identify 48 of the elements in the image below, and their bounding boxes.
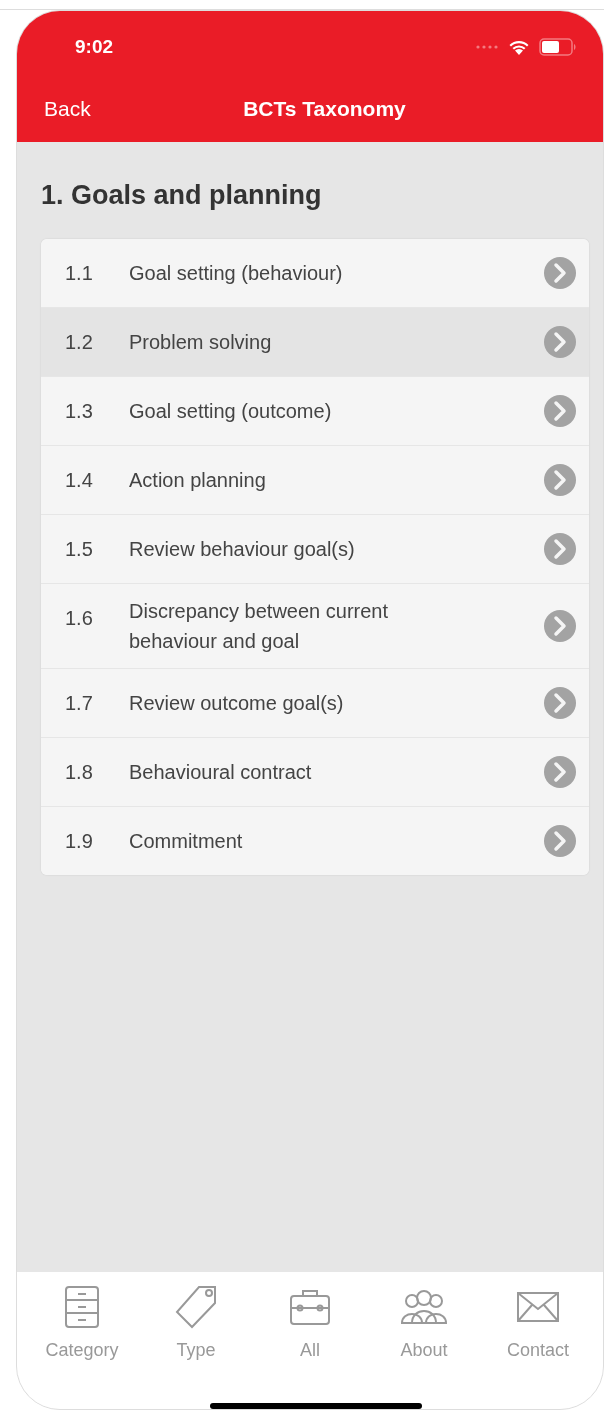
- item-number: 1.4: [65, 468, 94, 493]
- people-icon: [400, 1289, 448, 1325]
- tag-icon: [175, 1285, 217, 1329]
- list-item[interactable]: 1.2 Problem solving: [41, 307, 589, 376]
- item-label: Goal setting (outcome): [129, 399, 333, 424]
- item-label: Action planning: [129, 468, 267, 493]
- item-label: Discrepancy between current behaviour and goal: [129, 599, 389, 654]
- item-label: Problem solving: [129, 330, 273, 355]
- list-item[interactable]: 1.8 Behavioural contract: [41, 737, 589, 806]
- list-item[interactable]: 1.3 Goal setting (outcome): [41, 376, 589, 445]
- item-number: 1.5: [65, 537, 94, 562]
- item-number: 1.3: [65, 399, 94, 424]
- chevron-circle-icon: [543, 256, 577, 290]
- item-label: Goal setting (behaviour): [129, 261, 344, 286]
- signal-icon: [476, 45, 498, 49]
- item-number: 1.7: [65, 691, 94, 716]
- battery-icon: [539, 38, 577, 56]
- chevron-circle-icon: [543, 686, 577, 720]
- item-number: 1.9: [65, 829, 94, 854]
- chevron-circle-icon: [543, 755, 577, 789]
- chevron-circle-icon: [543, 824, 577, 858]
- list-item[interactable]: 1.6 Discrepancy between current behaviour and goal: [41, 583, 589, 668]
- toolbox-icon: [289, 1288, 331, 1326]
- list-item[interactable]: 1.1 Goal setting (behaviour): [41, 239, 589, 307]
- item-label: Behavioural contract: [129, 760, 313, 785]
- cabinet-icon: [64, 1285, 100, 1329]
- status-time: 9:02: [75, 36, 115, 58]
- item-label: Commitment: [129, 829, 244, 854]
- item-label: Review outcome goal(s): [129, 691, 345, 716]
- wifi-icon: [508, 38, 530, 56]
- section-title: 1. Goals and planning: [41, 180, 323, 211]
- item-number: 1.2: [65, 330, 94, 355]
- item-number: 1.8: [65, 760, 94, 785]
- chevron-circle-icon: [543, 532, 577, 566]
- chevron-circle-icon: [543, 609, 577, 643]
- screen-title: BCTs Taxonomy: [243, 96, 406, 121]
- back-button[interactable]: Back: [44, 96, 91, 121]
- chevron-circle-icon: [543, 394, 577, 428]
- chevron-circle-icon: [543, 325, 577, 359]
- item-number: 1.1: [65, 261, 94, 286]
- list-item[interactable]: 1.9 Commitment: [41, 806, 589, 875]
- list-item[interactable]: 1.7 Review outcome goal(s): [41, 668, 589, 737]
- envelope-icon: [516, 1291, 560, 1323]
- list-item[interactable]: 1.4 Action planning: [41, 445, 589, 514]
- item-label: Review behaviour goal(s): [129, 537, 356, 562]
- item-number: 1.6: [65, 606, 94, 631]
- chevron-circle-icon: [543, 463, 577, 497]
- list-item[interactable]: 1.5 Review behaviour goal(s): [41, 514, 589, 583]
